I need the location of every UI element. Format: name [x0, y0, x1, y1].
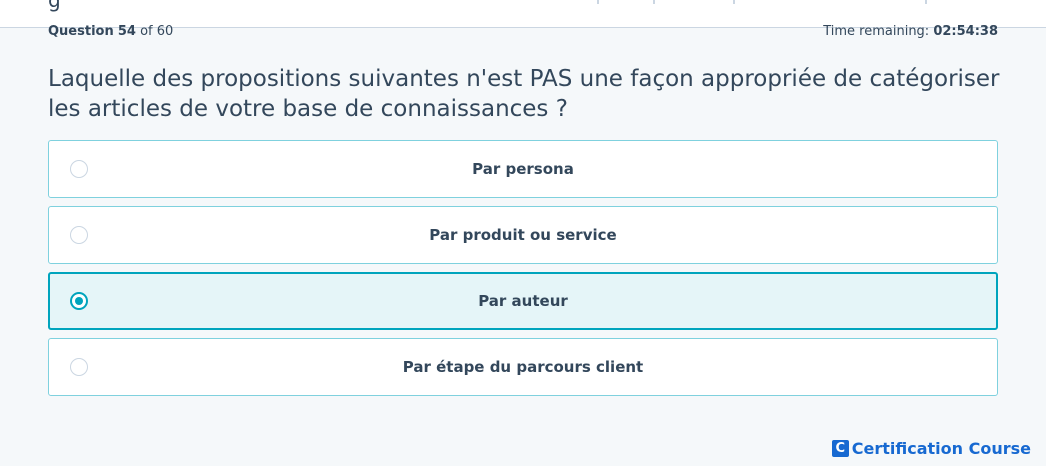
timer-value: 02:54:38: [933, 24, 998, 39]
answer-label: Par produit ou service: [429, 226, 617, 244]
nav-logo-fragment: g: [48, 0, 61, 12]
answer-label: Par auteur: [478, 292, 568, 310]
answer-option[interactable]: Par auteur: [48, 272, 998, 330]
time-remaining: Time remaining: 02:54:38: [823, 24, 998, 39]
brand-text: Certification Course: [851, 438, 1031, 458]
of-label: of: [140, 24, 153, 39]
nav-divider: [925, 0, 927, 4]
question-number: 54: [117, 24, 136, 39]
nav-divider: [733, 0, 735, 4]
question-total: 60: [156, 24, 174, 39]
answer-option[interactable]: Par étape du parcours client: [48, 338, 998, 396]
question-text: Laquelle des propositions suivantes n'es…: [48, 66, 1000, 122]
nav-divider: [597, 0, 599, 4]
answer-option[interactable]: Par persona: [48, 140, 998, 198]
brand-logo-icon: C: [831, 439, 849, 457]
answer-label: Par persona: [472, 160, 574, 178]
timer-label: Time remaining:: [823, 24, 930, 39]
watermark-brand: C Certification Course: [831, 438, 1031, 458]
quiz-meta-row: Question 54 of 60 Time remaining: 02:54:…: [48, 24, 998, 42]
answer-option[interactable]: Par produit ou service: [48, 206, 998, 264]
question-counter: Question 54 of 60: [48, 24, 173, 39]
answer-label: Par étape du parcours client: [402, 358, 644, 376]
question-label: Question: [48, 24, 114, 39]
answer-options: Par persona Par produit ou service Par a…: [48, 140, 998, 404]
nav-divider: [653, 0, 655, 4]
